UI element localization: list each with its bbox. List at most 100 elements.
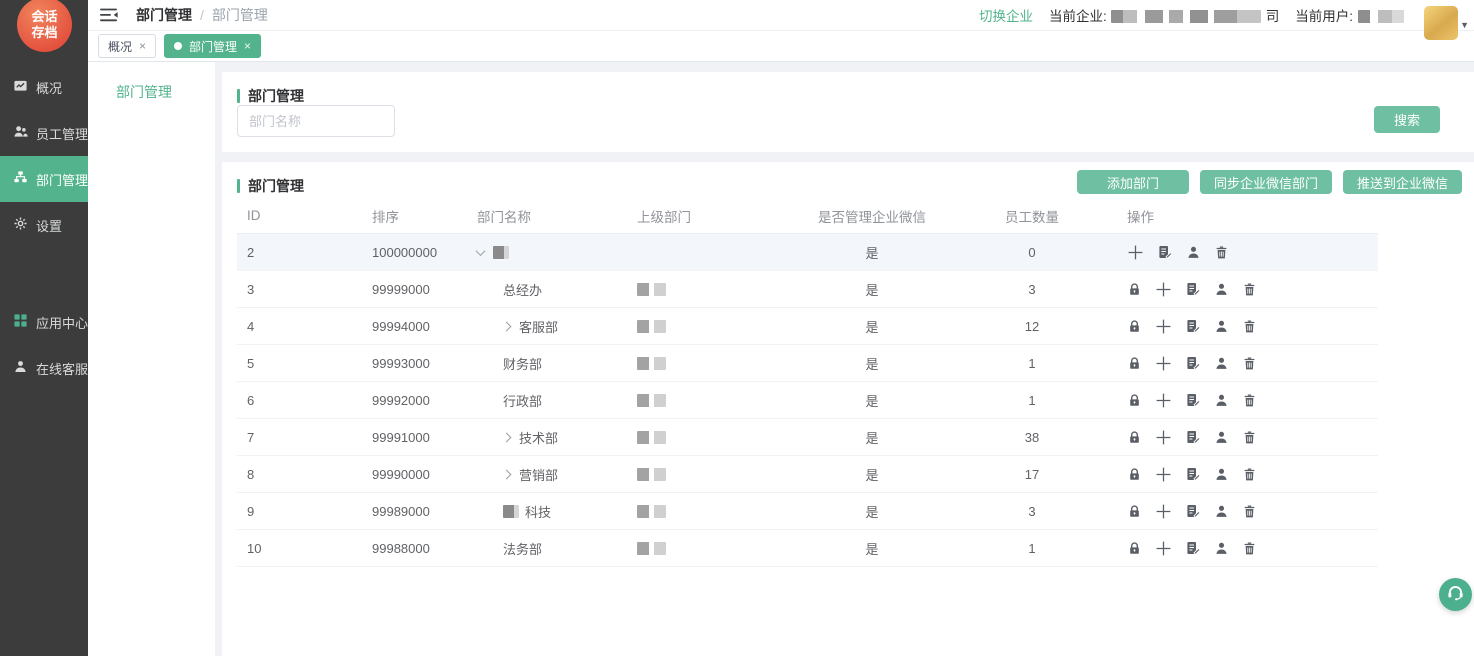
edit-icon[interactable]: [1185, 355, 1201, 371]
lock-icon[interactable]: [1127, 356, 1142, 371]
department-name-input[interactable]: [237, 105, 395, 137]
add-child-icon[interactable]: [1155, 281, 1172, 298]
col-parent-department: 上级部门: [627, 206, 792, 226]
redacted-parent-name: [637, 283, 666, 296]
cell-parent-department: [627, 467, 792, 482]
tab-departments[interactable]: 部门管理 ×: [164, 34, 261, 58]
row-caret-icon[interactable]: [476, 246, 486, 256]
add-child-icon[interactable]: [1155, 355, 1172, 372]
cell-wecom-managed: 是: [792, 465, 952, 484]
add-child-icon[interactable]: [1155, 540, 1172, 557]
sidebar-item-overview[interactable]: 概况: [0, 64, 88, 110]
sidebar-item-employees[interactable]: 员工管理: [0, 110, 88, 156]
push-to-wecom-button[interactable]: 推送到企业微信: [1343, 170, 1462, 194]
breadcrumb-parent[interactable]: 部门管理: [136, 5, 192, 25]
add-child-icon[interactable]: [1127, 244, 1144, 261]
edit-icon[interactable]: [1185, 392, 1201, 408]
cell-parent-department: [627, 541, 792, 556]
members-icon[interactable]: [1214, 282, 1229, 297]
edit-icon[interactable]: [1185, 466, 1201, 482]
members-icon[interactable]: [1186, 245, 1201, 260]
sidebar-item-app-center[interactable]: 应用中心: [0, 299, 88, 345]
cell-id: 5: [237, 356, 362, 371]
cell-actions: [1112, 281, 1378, 298]
app-grid-icon: [13, 313, 28, 331]
add-child-icon[interactable]: [1155, 318, 1172, 335]
cell-actions: [1112, 466, 1378, 483]
add-child-icon[interactable]: [1155, 503, 1172, 520]
delete-icon[interactable]: [1242, 467, 1257, 482]
sidebar-menu: 概况 员工管理 部门管理 设置 应用中心: [0, 64, 88, 391]
sidebar-item-departments[interactable]: 部门管理: [0, 156, 88, 202]
col-id: ID: [237, 208, 362, 223]
col-wecom-managed: 是否管理企业微信: [792, 206, 952, 226]
members-icon[interactable]: [1214, 319, 1229, 334]
add-department-button[interactable]: 添加部门: [1077, 170, 1189, 194]
delete-icon[interactable]: [1214, 245, 1229, 260]
search-button[interactable]: 搜索: [1374, 106, 1440, 133]
avatar[interactable]: [1424, 6, 1458, 40]
lock-icon[interactable]: [1127, 430, 1142, 445]
delete-icon[interactable]: [1242, 282, 1257, 297]
members-icon[interactable]: [1214, 467, 1229, 482]
sync-wecom-departments-button[interactable]: 同步企业微信部门: [1200, 170, 1332, 194]
row-caret-icon[interactable]: [502, 469, 512, 479]
members-icon[interactable]: [1214, 356, 1229, 371]
submenu-item-departments[interactable]: 部门管理: [88, 62, 215, 102]
cell-id: 9: [237, 504, 362, 519]
cell-employee-count: 3: [952, 282, 1112, 297]
cell-wecom-managed: 是: [792, 428, 952, 447]
tab-close-icon[interactable]: ×: [139, 39, 146, 53]
menu-fold-icon[interactable]: [100, 8, 118, 22]
add-child-icon[interactable]: [1155, 466, 1172, 483]
cell-sort: 99991000: [362, 430, 467, 445]
cell-id: 4: [237, 319, 362, 334]
cell-id: 7: [237, 430, 362, 445]
sidebar-item-settings[interactable]: 设置: [0, 202, 88, 248]
tab-overview[interactable]: 概况 ×: [98, 34, 156, 58]
edit-icon[interactable]: [1185, 318, 1201, 334]
delete-icon[interactable]: [1242, 430, 1257, 445]
delete-icon[interactable]: [1242, 541, 1257, 556]
cell-employee-count: 17: [952, 467, 1112, 482]
delete-icon[interactable]: [1242, 393, 1257, 408]
lock-icon[interactable]: [1127, 282, 1142, 297]
customer-service-fab[interactable]: [1439, 578, 1472, 611]
edit-icon[interactable]: [1185, 540, 1201, 556]
switch-enterprise-link[interactable]: 切换企业: [979, 5, 1033, 25]
edit-icon[interactable]: [1157, 244, 1173, 260]
members-icon[interactable]: [1214, 430, 1229, 445]
edit-icon[interactable]: [1185, 503, 1201, 519]
table-row: 4 99994000 客服部 是 12: [237, 308, 1378, 345]
edit-icon[interactable]: [1185, 281, 1201, 297]
edit-icon[interactable]: [1185, 429, 1201, 445]
gear-icon: [13, 216, 28, 234]
search-panel: 部门管理 搜索: [222, 72, 1474, 152]
department-name: 客服部: [519, 317, 558, 336]
lock-icon[interactable]: [1127, 504, 1142, 519]
members-icon[interactable]: [1214, 541, 1229, 556]
department-name: 总经办: [503, 280, 542, 299]
cell-sort: 99994000: [362, 319, 467, 334]
cell-id: 2: [237, 245, 362, 260]
delete-icon[interactable]: [1242, 356, 1257, 371]
table-action-buttons: 添加部门 同步企业微信部门 推送到企业微信: [1077, 170, 1462, 194]
row-caret-icon[interactable]: [502, 321, 512, 331]
add-child-icon[interactable]: [1155, 429, 1172, 446]
members-icon[interactable]: [1214, 393, 1229, 408]
sidebar-item-online-service[interactable]: 在线客服: [0, 345, 88, 391]
delete-icon[interactable]: [1242, 319, 1257, 334]
lock-icon[interactable]: [1127, 319, 1142, 334]
cell-department-name: 财务部: [467, 354, 627, 373]
lock-icon[interactable]: [1127, 393, 1142, 408]
tab-close-icon[interactable]: ×: [244, 39, 251, 53]
lock-icon[interactable]: [1127, 541, 1142, 556]
members-icon[interactable]: [1214, 504, 1229, 519]
lock-icon[interactable]: [1127, 467, 1142, 482]
user-menu-caret-icon[interactable]: ▼: [1460, 20, 1469, 30]
delete-icon[interactable]: [1242, 504, 1257, 519]
row-caret-icon[interactable]: [502, 432, 512, 442]
redacted-parent-name: [637, 542, 666, 555]
add-child-icon[interactable]: [1155, 392, 1172, 409]
cell-actions: [1112, 540, 1378, 557]
